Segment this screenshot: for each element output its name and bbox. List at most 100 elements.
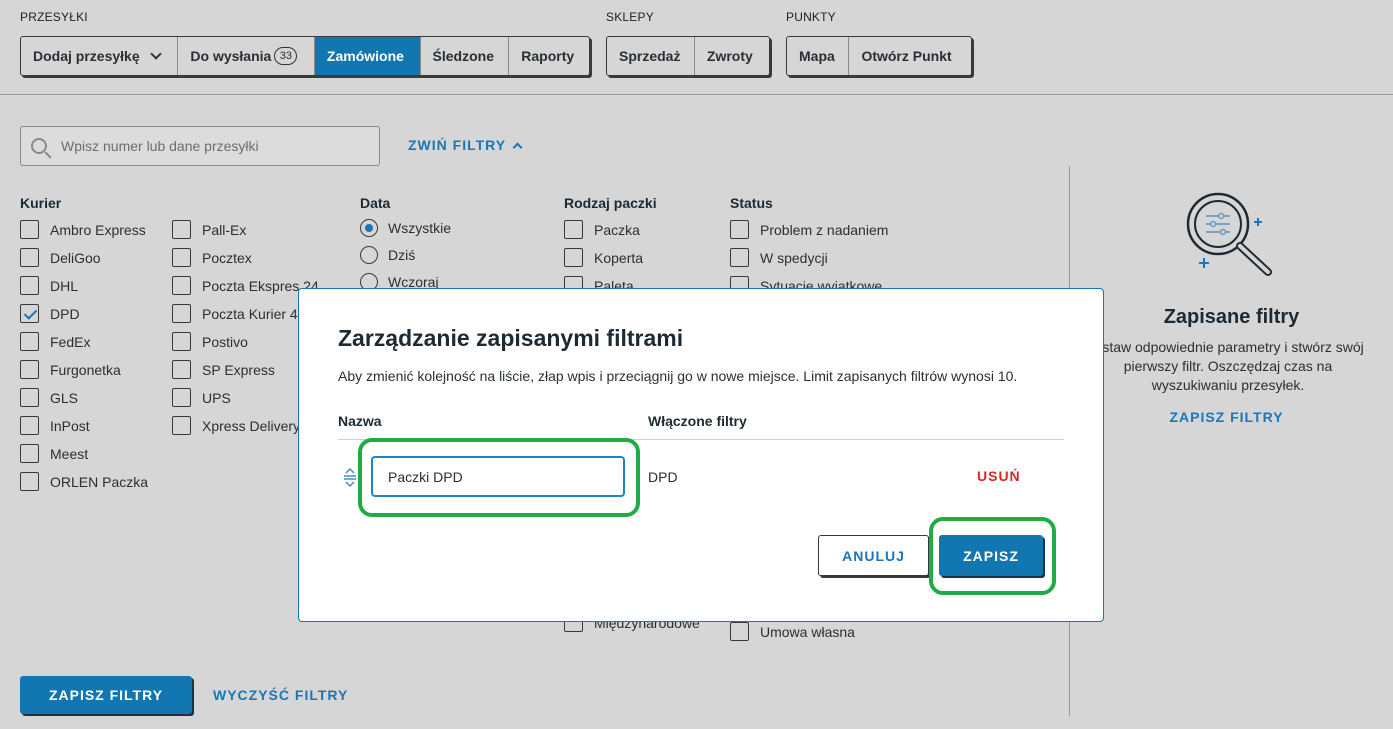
radio[interactable]: [360, 219, 378, 237]
checkbox[interactable]: [172, 416, 191, 435]
checkbox[interactable]: [172, 332, 191, 351]
checkbox[interactable]: [20, 416, 39, 435]
tab-sales[interactable]: Sprzedaż: [607, 37, 695, 75]
package-checkbox[interactable]: Paczka: [564, 220, 640, 239]
checkbox[interactable]: [172, 360, 191, 379]
checkbox-label: Paczka: [594, 221, 640, 238]
checkbox[interactable]: [172, 276, 191, 295]
checkbox[interactable]: [20, 276, 39, 295]
courier-checkbox[interactable]: GLS: [20, 388, 78, 407]
save-button[interactable]: ZAPISZ: [939, 535, 1043, 576]
courier-checkbox[interactable]: ORLEN Paczka: [20, 472, 148, 491]
checkbox-label: SP Express: [202, 361, 275, 378]
tab-map[interactable]: Mapa: [787, 37, 850, 75]
checkbox-label: Pall-Ex: [202, 221, 247, 238]
saved-filters-description: Ustaw odpowiednie parametry i stwórz swó…: [1092, 339, 1364, 393]
checkbox[interactable]: [172, 248, 191, 267]
modal-title: Zarządzanie zapisanymi filtrami: [338, 325, 684, 351]
checkbox-label: Meest: [50, 445, 89, 462]
checkbox[interactable]: [20, 360, 39, 379]
checkbox[interactable]: [20, 388, 39, 407]
add-shipment-label: Dodaj przesyłkę: [33, 48, 140, 64]
reports-label: Raporty: [521, 48, 575, 64]
save-filters-button[interactable]: ZAPISZ FILTRY: [20, 676, 192, 714]
search-input[interactable]: [61, 138, 361, 154]
collapse-filters-link[interactable]: ZWIŃ FILTRY: [408, 137, 523, 153]
map-label: Mapa: [799, 48, 835, 64]
courier-checkbox[interactable]: Pocztex: [172, 248, 252, 267]
clear-filters-link[interactable]: WYCZYŚĆ FILTRY: [213, 687, 348, 703]
courier-checkbox[interactable]: Ambro Express: [20, 220, 146, 239]
checkbox-label: Xpress Delivery: [202, 417, 301, 434]
tab-orders[interactable]: Zamówione: [314, 37, 421, 75]
radio[interactable]: [360, 246, 378, 264]
filter-name-input[interactable]: [371, 456, 625, 497]
drag-handle-icon[interactable]: [343, 467, 357, 487]
courier-checkbox[interactable]: Pall-Ex: [172, 220, 246, 239]
enabled-filters-value: DPD: [648, 469, 678, 485]
checkbox-label: UPS: [202, 389, 231, 406]
courier-checkbox[interactable]: DPD: [20, 304, 80, 323]
courier-checkbox[interactable]: DHL: [20, 276, 78, 295]
checkbox[interactable]: [20, 332, 39, 351]
date-radio[interactable]: Wszystkie: [360, 219, 451, 237]
package-checkbox[interactable]: Koperta: [564, 248, 643, 267]
checkbox[interactable]: [172, 220, 191, 239]
delete-filter-button[interactable]: USUŃ: [977, 468, 1021, 484]
checkbox[interactable]: [730, 622, 749, 641]
sales-label: Sprzedaż: [619, 48, 681, 64]
checkbox[interactable]: [20, 248, 39, 267]
tab-open-point[interactable]: Otwórz Punkt: [849, 37, 971, 75]
checkbox[interactable]: [730, 248, 749, 267]
saved-save-filters-link[interactable]: ZAPISZ FILTRY: [1070, 409, 1383, 425]
checkbox[interactable]: [172, 388, 191, 407]
courier-checkbox[interactable]: InPost: [20, 416, 90, 435]
checkbox-own-contract[interactable]: Umowa własna: [730, 622, 855, 641]
checkbox[interactable]: [564, 248, 583, 267]
cancel-button[interactable]: ANULUJ: [818, 535, 929, 576]
search-box: [20, 126, 380, 166]
orders-label: Zamówione: [326, 48, 404, 64]
tracked-label: Śledzone: [432, 48, 495, 64]
courier-checkbox[interactable]: Poczta Kurier 4: [172, 304, 298, 323]
header-divider: [0, 94, 1393, 95]
checkbox[interactable]: [564, 220, 583, 239]
checkbox[interactable]: [172, 304, 191, 323]
add-shipment-button[interactable]: Dodaj przesyłkę: [21, 37, 179, 75]
courier-checkbox[interactable]: Poczta Ekspres 24: [172, 276, 319, 295]
courier-title: Kurier: [20, 195, 62, 211]
checkbox-label: Postivo: [202, 333, 248, 350]
courier-checkbox[interactable]: SP Express: [172, 360, 275, 379]
shipments-nav-group: Dodaj przesyłkę Do wysłania 33 Zamówione…: [20, 36, 590, 76]
checkbox-label: InPost: [50, 417, 90, 434]
courier-checkbox[interactable]: Xpress Delivery: [172, 416, 300, 435]
search-icon: [31, 138, 47, 154]
courier-checkbox[interactable]: UPS: [172, 388, 231, 407]
checkbox[interactable]: [20, 304, 39, 323]
status-checkbox[interactable]: Problem z nadaniem: [730, 220, 888, 239]
checkbox-label: Koperta: [594, 249, 644, 266]
date-radio[interactable]: Dziś: [360, 246, 415, 264]
courier-checkbox[interactable]: Postivo: [172, 332, 248, 351]
checkbox-label: DeliGoo: [50, 249, 101, 266]
checkbox-label: ORLEN Paczka: [50, 473, 149, 490]
courier-checkbox[interactable]: FedEx: [20, 332, 90, 351]
shops-nav-group: Sprzedaż Zwroty: [606, 36, 770, 76]
chevron-down-icon: [149, 48, 162, 60]
checkbox[interactable]: [20, 444, 39, 463]
tab-tracked[interactable]: Śledzone: [421, 37, 510, 75]
courier-checkbox[interactable]: Furgonetka: [20, 360, 121, 379]
checkbox[interactable]: [730, 220, 749, 239]
courier-checkbox[interactable]: DeliGoo: [20, 248, 101, 267]
courier-checkbox[interactable]: Meest: [20, 444, 88, 463]
tab-to-send[interactable]: Do wysłania 33: [178, 37, 315, 75]
points-group-label: PUNKTY: [786, 10, 836, 24]
checkbox[interactable]: [20, 220, 39, 239]
status-checkbox[interactable]: W spedycji: [730, 248, 828, 267]
checkbox[interactable]: [20, 472, 39, 491]
tab-reports[interactable]: Raporty: [509, 37, 589, 75]
checkbox-label: W spedycji: [760, 249, 828, 266]
tab-returns[interactable]: Zwroty: [695, 37, 769, 75]
open-point-label: Otwórz Punkt: [861, 48, 952, 64]
collapse-filters-label: ZWIŃ FILTRY: [408, 137, 507, 153]
